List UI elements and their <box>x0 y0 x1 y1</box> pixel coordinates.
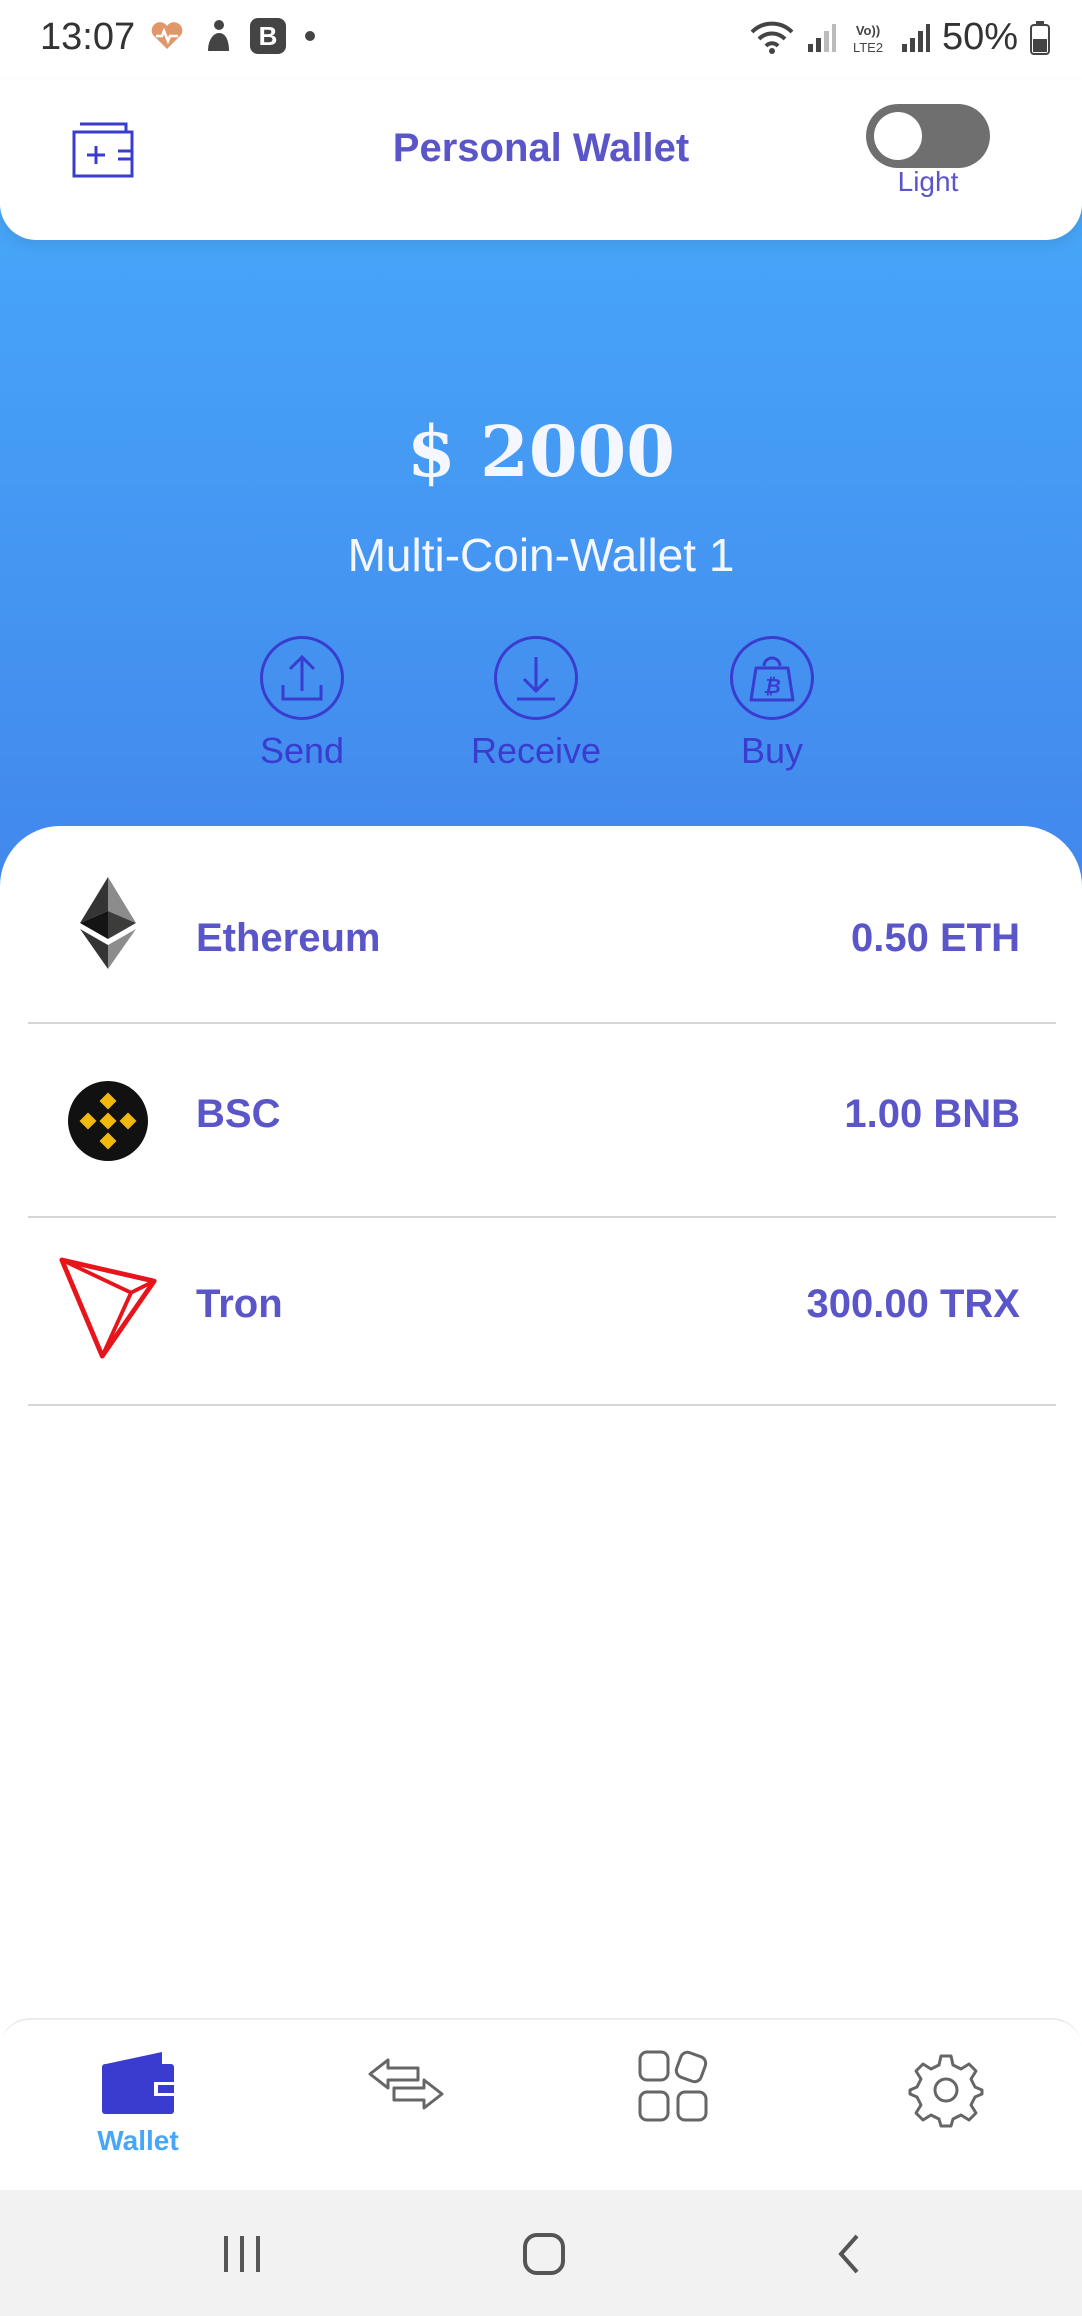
volte-icon: Vo)) LTE2 <box>853 23 883 55</box>
dot-icon <box>305 31 315 41</box>
system-nav-bar <box>0 2190 1082 2316</box>
recent-apps-icon <box>224 2236 260 2272</box>
balance-section: $ 2000 Multi-Coin-Wallet 1 Send Receive <box>0 200 1082 900</box>
nav-swap[interactable] <box>326 2050 486 2121</box>
wallet-name: Multi-Coin-Wallet 1 <box>347 529 735 581</box>
buy-button[interactable]: ₿ Buy <box>682 636 862 772</box>
theme-toggle-label: Light <box>897 166 959 197</box>
status-left-icons: B <box>150 18 316 54</box>
total-balance: $ 2000 <box>407 410 675 493</box>
battery-percentage: 50% <box>941 16 1018 58</box>
b-app-icon: B <box>250 18 286 54</box>
coin-row-bsc[interactable]: BSC 1.00 BNB <box>28 1024 1056 1218</box>
settings-icon <box>908 2054 984 2128</box>
app-header: Personal Wallet Light <box>0 80 1082 240</box>
battery-icon <box>1030 20 1050 55</box>
wallet-icon <box>102 2052 178 2114</box>
svg-text:LTE2: LTE2 <box>853 40 883 55</box>
coin-name: BSC <box>196 1092 281 1136</box>
svg-text:Vo)): Vo)) <box>856 23 880 38</box>
nav-apps[interactable] <box>594 2050 754 2129</box>
coin-row-tron[interactable]: Tron 300.00 TRX <box>28 1218 1056 1406</box>
home-icon <box>523 2233 565 2275</box>
download-icon <box>517 657 555 701</box>
bitcoin-bag-icon: ₿ <box>749 656 795 702</box>
send-label: Send <box>259 730 345 771</box>
signal-icon <box>901 23 930 52</box>
buy-circle: ₿ <box>730 636 814 720</box>
back-button[interactable] <box>818 2226 878 2282</box>
home-button[interactable] <box>514 2226 574 2282</box>
receive-circle <box>494 636 578 720</box>
coin-list: Ethereum 0.50 ETH BSC 1.00 BNB Tron 300.… <box>0 826 1082 2026</box>
status-right: Vo)) LTE2 50% <box>750 16 1050 59</box>
svg-text:B: B <box>259 21 278 51</box>
back-icon <box>838 2234 859 2274</box>
recent-apps-button[interactable] <box>212 2226 272 2282</box>
send-button[interactable]: Send <box>212 636 392 772</box>
coin-row-ethereum[interactable]: Ethereum 0.50 ETH <box>28 848 1056 1024</box>
coin-amount: 300.00 TRX <box>806 1282 1020 1326</box>
upload-icon <box>281 654 323 701</box>
status-time: 13:07 <box>40 16 136 58</box>
ethereum-icon <box>58 868 158 978</box>
coin-name: Ethereum <box>196 916 381 960</box>
apps-icon <box>638 2050 708 2122</box>
nav-wallet[interactable]: Wallet <box>58 2050 218 2157</box>
swap-icon <box>368 2058 444 2110</box>
notification-icon <box>208 20 229 51</box>
bnb-icon <box>58 1066 158 1176</box>
wifi-icon <box>750 21 794 54</box>
theme-toggle[interactable] <box>866 104 990 168</box>
bottom-nav: Wallet <box>0 2018 1082 2190</box>
coin-amount: 0.50 ETH <box>851 916 1020 960</box>
tron-icon <box>58 1254 158 1364</box>
coin-amount: 1.00 BNB <box>844 1092 1020 1136</box>
receive-label: Receive <box>470 730 602 771</box>
buy-label: Buy <box>740 730 804 771</box>
signal-icon <box>807 23 836 52</box>
health-icon <box>151 22 183 49</box>
receive-button[interactable]: Receive <box>446 636 626 772</box>
toggle-knob <box>874 112 922 160</box>
nav-wallet-label: Wallet <box>97 2125 179 2156</box>
status-bar: 13:07 B Vo)) LTE2 50% <box>0 0 1082 80</box>
coin-name: Tron <box>196 1282 283 1326</box>
svg-text:₿: ₿ <box>763 674 781 698</box>
nav-settings[interactable] <box>866 2050 1026 2135</box>
send-circle <box>260 636 344 720</box>
